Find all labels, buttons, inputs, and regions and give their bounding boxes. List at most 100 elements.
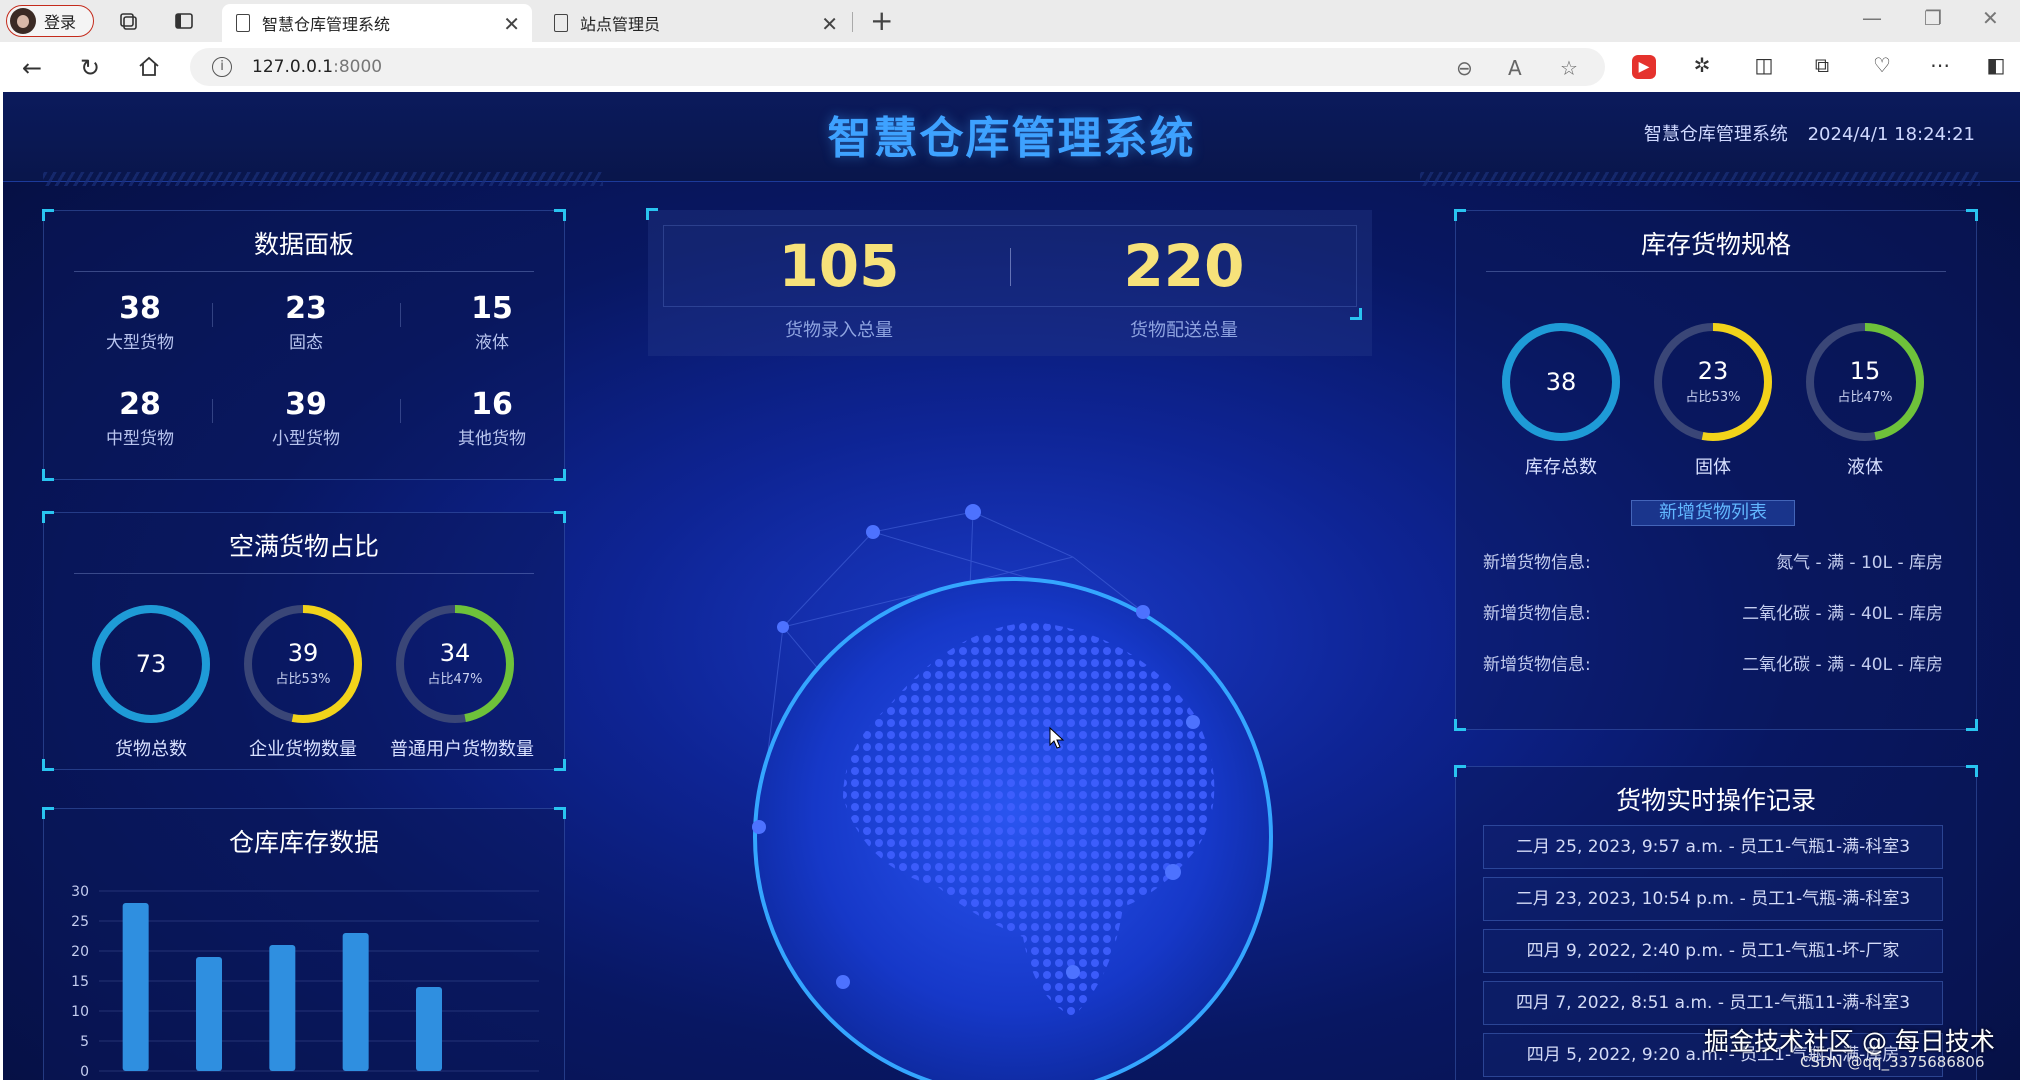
ring-enterprise-cargo: 39 占比53% 企业货物数量 [238,599,368,761]
ring-label: 固体 [1695,457,1731,478]
bar [416,987,442,1071]
totals-panel: 105 货物录入总量 220 货物配送总量 [646,208,1372,356]
stock-panel-title: 仓库库存数据 [228,828,379,857]
ring-label: 普通用户货物数量 [390,739,534,760]
y-tick-label: 20 [71,944,89,960]
bar [342,933,369,1071]
browser-tab-bar: 登录 智慧仓库管理系统 ✕ 站点管理员 ✕ + — ❐ ✕ [0,0,2020,42]
y-tick-label: 10 [71,1004,89,1020]
ring-solid: 23 占比53% 固体 [1648,317,1778,479]
stat-solid: 23 固态 [285,291,327,353]
y-tick-label: 30 [71,884,89,900]
ring-value: 15 [1850,357,1881,385]
close-tab-icon[interactable]: ✕ [503,12,520,36]
divider [212,399,213,423]
favorite-star-icon[interactable]: ☆ [1560,56,1578,80]
zoom-out-icon[interactable]: ⊖ [1456,56,1473,80]
stat-other-cargo: 16 其他货物 [458,387,526,449]
delivery-total-value: 220 [1123,232,1245,300]
ring-value: 73 [136,650,167,678]
stat-small-cargo: 39 小型货物 [272,387,340,449]
restore-icon[interactable]: ❐ [1924,6,1942,30]
sidebar-icon[interactable]: ◧ [1982,53,2010,81]
back-icon[interactable]: ← [22,54,42,82]
tab-title: 站点管理员 [580,15,661,34]
collections-icon[interactable]: ⧉ [1808,53,1836,81]
ring-label: 货物总数 [115,739,187,760]
header-decoration-left [43,172,603,186]
close-window-icon[interactable]: ✕ [1982,6,1999,30]
address-bar-row: ← ↻ i 127.0.0.1:8000 ⊖ A ☆ ▶ ✲ ◫ ⧉ ♡ ⋯ ◧ [0,42,2020,92]
extensions-icon[interactable]: ✲ [1688,53,1716,81]
ring-value: 23 [1698,357,1729,385]
tab-admin[interactable]: 站点管理员 ✕ [540,4,850,42]
globe-illustration [752,504,1273,1080]
minimize-icon[interactable]: — [1862,6,1882,30]
site-info-icon[interactable]: i [212,57,232,77]
entry-total-label: 货物录入总量 [785,320,893,341]
ring-value: 39 [288,639,319,667]
close-tab-icon[interactable]: ✕ [821,12,838,36]
stat-liquid: 15 液体 [471,291,513,353]
divider [1010,248,1011,286]
tab-warehouse[interactable]: 智慧仓库管理系统 ✕ [222,4,532,42]
ring-label: 企业货物数量 [249,739,357,760]
ring-liquid: 15 占比47% 液体 [1800,317,1930,479]
profile-label: 登录 [44,13,77,32]
bar [196,957,222,1071]
split-screen-icon[interactable]: ◫ [1750,53,1778,81]
tab-actions-icon[interactable] [172,9,196,33]
y-tick-label: 15 [71,974,89,990]
stock-panel: 仓库库存数据 051015202530库房厂家科室3科室4科室5科室6 [42,807,566,1080]
divider [212,303,213,327]
ring-percent: 占比53% [276,672,331,687]
bar [269,945,296,1071]
read-aloud-icon[interactable]: A [1508,56,1522,80]
tab-title: 智慧仓库管理系统 [262,15,391,34]
data-panel: 数据面板 38 大型货物 23 固态 15 液体 28 中型货物 39 小型货物 16 其他… [42,209,566,481]
bar [122,903,149,1071]
ring-total-cargo: 73 货物总数 [86,599,216,761]
log-row: 四月 7, 2022, 8:51 a.m. - 员工1-气瓶11-满-科室3 [1483,981,1943,1025]
divider [74,573,534,574]
ring-value: 38 [1546,368,1577,396]
page-icon [554,14,568,32]
log-row: 二月 23, 2023, 10:54 p.m. - 员工1-气瓶-满-科室3 [1483,877,1943,921]
stat-medium-cargo: 28 中型货物 [106,387,174,449]
system-name: 智慧仓库管理系统 [1643,124,1788,145]
dashboard-header: 智慧仓库管理系统 智慧仓库管理系统 2024/4/1 18:24:21 [3,92,2020,182]
more-menu-icon[interactable]: ⋯ [1926,53,1954,81]
url-field[interactable]: i 127.0.0.1:8000 ⊖ A ☆ [190,48,1605,86]
ring-user-cargo: 34 占比47% 普通用户货物数量 [390,599,534,761]
log-panel-title: 货物实时操作记录 [1615,786,1816,815]
new-tab-icon[interactable]: + [870,4,893,37]
divider [400,399,401,423]
tab-divider [852,12,853,32]
spec-panel-title: 库存货物规格 [1640,230,1791,259]
y-tick-label: 0 [80,1064,89,1080]
ratio-panel: 空满货物占比 73 货物总数 39 占比53% 企业货物数量 34 占比47% 普通… [42,511,566,771]
mouse-cursor-icon [1049,727,1065,749]
ring-stock-total: 38 库存总数 [1496,317,1626,479]
refresh-icon[interactable]: ↻ [80,54,100,82]
header-decoration-right [1420,172,1980,186]
list-item: 新增货物信息: 二氧化碳 - 满 - 40L - 库房 [1483,655,1943,675]
log-row: 四月 9, 2022, 2:40 p.m. - 员工1-气瓶1-坏-厂家 [1483,929,1943,973]
watermark-sub: CSDN @qq_3375686806 [1800,1053,1985,1071]
workspaces-icon[interactable] [116,9,140,33]
ring-value: 34 [440,639,471,667]
browser-essentials-icon[interactable]: ♡ [1868,53,1896,81]
ring-label: 液体 [1847,457,1883,478]
ring-percent: 占比47% [428,672,483,687]
extension-video-icon[interactable]: ▶ [1632,55,1656,79]
page-icon [236,14,250,32]
delivery-total-label: 货物配送总量 [1130,320,1238,341]
home-icon[interactable] [137,55,161,79]
stat-large-cargo: 38 大型货物 [106,291,174,353]
list-item: 新增货物信息: 氮气 - 满 - 10L - 库房 [1483,553,1943,573]
ratio-panel-title: 空满货物占比 [228,532,379,561]
stock-bar-chart: 051015202530库房厂家科室3科室4科室5科室6 [71,884,539,1080]
new-cargo-list-title: 新增货物列表 [1631,500,1795,526]
log-row: 二月 25, 2023, 9:57 a.m. - 员工1-气瓶1-满-科室3 [1483,825,1943,869]
profile-button[interactable]: 登录 [6,5,94,37]
